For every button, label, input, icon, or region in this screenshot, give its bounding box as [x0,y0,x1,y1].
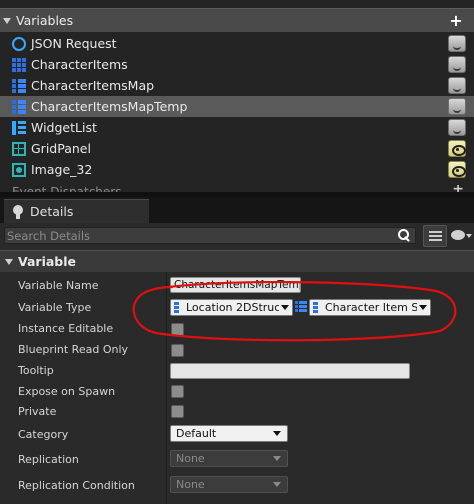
search-details-input[interactable] [7,228,387,243]
array-icon [12,57,26,72]
view-options-eye-icon[interactable] [451,227,474,245]
variable-label: CharacterItemsMapTemp [31,99,188,114]
variable-row-characteritems[interactable]: CharacterItems [0,54,474,75]
category-dropdown[interactable]: Default [170,425,288,442]
property-matrix-button[interactable] [423,225,447,247]
variable-row-gridpanel[interactable]: GridPanel [0,138,474,159]
tooltip-input[interactable] [170,363,410,379]
property-label: Private [18,405,57,418]
property-label: Replication Condition [18,479,135,492]
property-label: Variable Name [18,279,99,292]
variable-label: CharacterItemsMap [31,78,155,93]
list-icon [12,120,26,135]
search-icon[interactable] [398,229,411,242]
visibility-toggle-closed-eye-icon[interactable] [448,119,466,136]
tab-details-label: Details [30,204,74,219]
variable-row-characteritemsmap[interactable]: CharacterItemsMap [0,75,474,96]
property-row-tooltip: Tooltip [0,361,474,381]
variable-row-widgetlist[interactable]: WidgetList [0,117,474,138]
property-label: Replication [18,453,79,466]
category-value: Default [176,427,217,440]
image-icon [12,162,26,177]
property-label: Category [18,428,69,441]
red-annotation-circle [132,281,457,342]
visibility-toggle-closed-eye-icon[interactable] [448,56,466,73]
replication-dropdown[interactable]: None [170,450,288,467]
property-label: Expose on Spawn [18,385,116,398]
json-object-icon [12,36,26,51]
my-blueprint-panel: Variables + JSON Request CharacterItems … [0,0,474,196]
property-label: Instance Editable [18,322,114,335]
variable-row-json-request[interactable]: JSON Request [0,33,474,54]
property-row-blueprint-read-only: Blueprint Read Only [0,340,474,360]
add-variable-button[interactable]: + [448,12,464,29]
visibility-toggle-closed-eye-icon[interactable] [448,77,466,94]
property-row-category: Category Default [0,425,474,445]
property-row-replication: Replication None [0,450,474,470]
replication-condition-dropdown[interactable]: None [170,476,288,493]
variables-section-header[interactable]: Variables + [0,8,474,32]
visibility-toggle-open-eye-icon[interactable] [448,161,466,178]
blueprint-read-only-checkbox[interactable] [171,344,184,357]
details-icon [12,204,24,219]
chevron-down-icon [267,477,287,492]
private-checkbox[interactable] [171,405,184,418]
replication-condition-value: None [176,478,205,491]
collapse-arrow-icon[interactable] [4,257,14,267]
property-label: Variable Type [18,301,92,314]
category-title: Variable [18,254,77,269]
chevron-down-icon [267,426,287,441]
variable-label: WidgetList [31,120,97,135]
variable-label: GridPanel [31,141,91,156]
property-row-replication-condition: Replication Condition None [0,476,474,496]
variable-label: CharacterItems [31,57,128,72]
details-tab-bar: Details [0,197,474,223]
property-label: Blueprint Read Only [18,343,129,356]
variable-row-characteritemsmaptemp[interactable]: CharacterItemsMapTemp [0,96,474,117]
grid-panel-icon [12,141,26,156]
variable-label: Image_32 [31,162,93,177]
search-details-box[interactable] [4,227,416,244]
variable-category-header[interactable]: Variable [0,250,474,272]
visibility-toggle-closed-eye-icon[interactable] [448,35,466,52]
expose-on-spawn-checkbox[interactable] [171,385,184,398]
variables-header-label: Variables [16,13,74,28]
property-row-private: Private [0,402,474,422]
visibility-toggle-open-eye-icon[interactable] [448,140,466,157]
map-icon [12,99,26,114]
visibility-toggle-closed-eye-icon[interactable] [448,98,466,115]
variable-label: JSON Request [31,36,117,51]
map-icon [12,78,26,93]
variable-row-image-32[interactable]: Image_32 [0,159,474,180]
replication-value: None [176,452,205,465]
chevron-down-icon [267,451,287,466]
tab-details[interactable]: Details [4,199,149,223]
details-panel: Variable Variable Name CharacterItemsMap… [0,223,474,504]
collapse-arrow-icon[interactable] [2,16,12,26]
property-row-expose-on-spawn: Expose on Spawn [0,382,474,402]
property-label: Tooltip [18,364,54,377]
